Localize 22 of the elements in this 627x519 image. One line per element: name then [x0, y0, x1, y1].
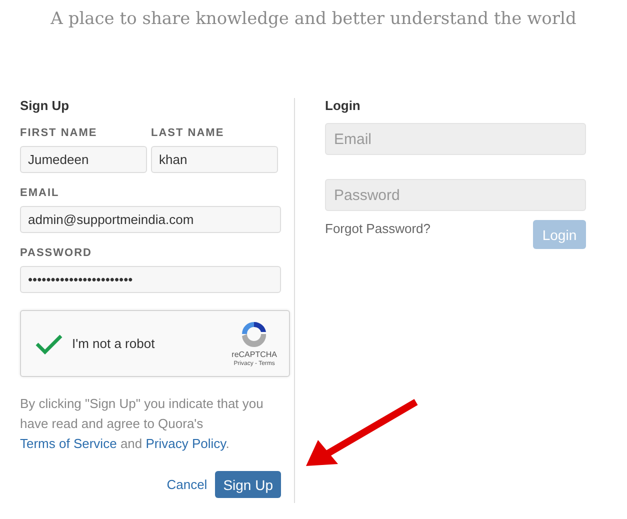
terms-notice: By clicking "Sign Up" you indicate that you have read and agree to Quora's Terms of Service and Privacy Policy.	[20, 395, 264, 453]
field-label: EMAIL	[20, 187, 60, 199]
signup-button[interactable]: Sign Up	[215, 471, 281, 498]
signup-password-field[interactable]: •••••••••••••••••••••••	[20, 266, 281, 293]
signup-heading: Sign Up	[20, 98, 70, 113]
field-label: PASSWORD	[20, 247, 93, 259]
field-label: FIRST NAME	[20, 127, 98, 139]
terms-link[interactable]: Terms of Service	[20, 436, 117, 451]
captcha-label: I'm not a robot	[72, 336, 156, 351]
login-heading: Login	[325, 98, 362, 113]
field-label: LAST NAME	[151, 127, 226, 139]
captcha-brand: reCAPTCHA	[232, 350, 277, 359]
cancel-link[interactable]: Cancel	[166, 477, 208, 492]
arrow-icon	[306, 398, 418, 466]
login-password-field[interactable]: Password	[325, 179, 586, 211]
privacy-link[interactable]: Privacy Policy	[146, 436, 226, 451]
login-email-field[interactable]: Email	[325, 123, 586, 155]
forgot-password-link[interactable]: Forgot Password?	[325, 221, 430, 249]
last-name-field[interactable]: khan	[151, 146, 278, 173]
signup-email-field[interactable]: admin@supportmeindia.com	[20, 206, 281, 233]
first-name-field[interactable]: Jumedeen	[20, 146, 147, 173]
tagline: A place to share knowledge and better understand the world	[50, 8, 578, 31]
